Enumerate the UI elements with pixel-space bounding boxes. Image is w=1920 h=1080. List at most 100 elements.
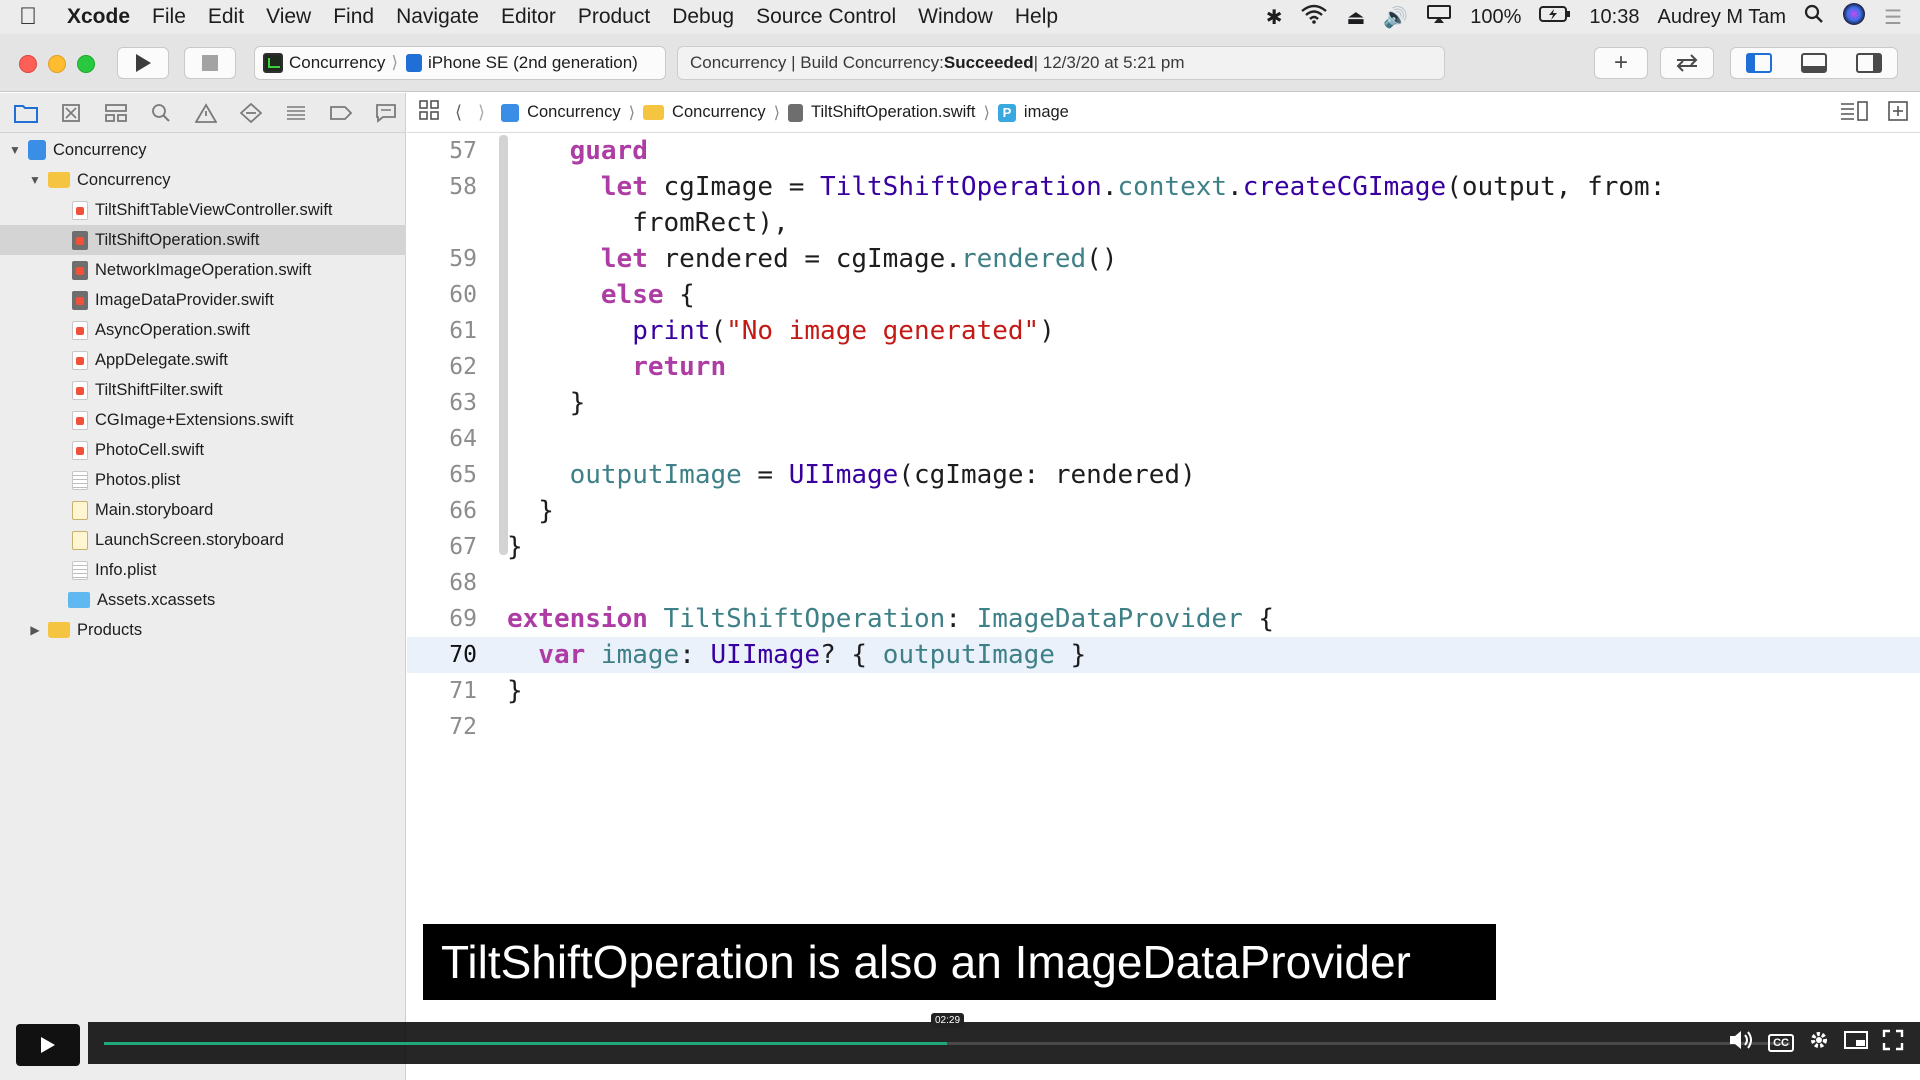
menu-find[interactable]: Find (322, 5, 385, 29)
tree-file-row[interactable]: Assets.xcassets (0, 585, 406, 615)
library-button[interactable]: + (1594, 47, 1648, 79)
tree-file-row[interactable]: Photos.plist (0, 465, 406, 495)
siri-icon[interactable] (1842, 2, 1866, 32)
code-line: 66 (407, 493, 1920, 529)
crumb-symbol[interactable]: P image (997, 103, 1069, 122)
swift-file-icon (72, 290, 88, 310)
bluetooth-icon[interactable]: ✱ (1266, 5, 1283, 30)
code-review-button[interactable] (1660, 47, 1714, 79)
related-items-grid-icon[interactable] (419, 100, 439, 125)
tree-file-row[interactable]: ImageDataProvider.swift (0, 285, 406, 315)
file-name: PhotoCell.swift (95, 440, 205, 459)
menu-view[interactable]: View (255, 5, 322, 29)
video-play-button[interactable] (16, 1024, 80, 1066)
play-icon (136, 54, 151, 72)
crumb-project[interactable]: Concurrency ⟩ (501, 103, 635, 123)
menu-app-name[interactable]: Xcode (56, 5, 141, 29)
tree-file-row[interactable]: AppDelegate.swift (0, 345, 406, 375)
symbol-navigator-icon[interactable] (100, 100, 131, 126)
tree-group-row[interactable]: ▼ Concurrency (0, 165, 406, 195)
tree-project-row[interactable]: ▼ Concurrency (0, 135, 406, 165)
add-editor-icon[interactable] (1888, 100, 1908, 126)
debug-navigator-icon[interactable] (280, 100, 311, 126)
toggle-debug-area-icon[interactable] (1800, 53, 1827, 73)
menu-window[interactable]: Window (907, 5, 1004, 29)
find-navigator-icon[interactable] (145, 100, 176, 126)
menu-product[interactable]: Product (567, 5, 661, 29)
run-button[interactable] (117, 47, 169, 79)
line-number: 72 (449, 714, 477, 740)
tree-file-row[interactable]: LaunchScreen.storyboard (0, 525, 406, 555)
line-number: 71 (449, 678, 477, 704)
spotlight-search-icon[interactable] (1804, 4, 1824, 30)
closed-captions-icon[interactable]: CC (1768, 1034, 1794, 1052)
code-line: 67 (407, 529, 1920, 565)
navigator-tabs (0, 93, 405, 133)
player-right-controls: CC (1728, 1022, 1904, 1064)
zoom-window-button[interactable] (77, 55, 95, 73)
menu-navigate[interactable]: Navigate (385, 5, 490, 29)
minimize-window-button[interactable] (48, 55, 66, 73)
toggle-navigator-icon[interactable] (1745, 53, 1772, 73)
eject-icon[interactable]: ⏏ (1346, 5, 1365, 30)
menu-file[interactable]: File (141, 5, 197, 29)
tree-file-row[interactable]: Main.storyboard (0, 495, 406, 525)
swap-arrows-icon (1676, 54, 1698, 72)
menu-user-name[interactable]: Audrey M Tam (1657, 6, 1786, 29)
activity-viewer[interactable]: Concurrency | Build Concurrency: Succeed… (677, 46, 1445, 80)
close-window-button[interactable] (19, 55, 37, 73)
storyboard-file-icon (72, 500, 88, 520)
stop-button[interactable] (184, 47, 236, 79)
line-number: 67 (449, 534, 477, 560)
project-name: Concurrency (53, 140, 147, 159)
test-navigator-icon[interactable] (235, 100, 266, 126)
fullscreen-icon[interactable] (1882, 1029, 1904, 1057)
swift-file-icon (72, 440, 88, 460)
tree-file-row[interactable]: TiltShiftTableViewController.swift (0, 195, 406, 225)
forward-chevron-icon[interactable]: ⟩ (478, 102, 485, 123)
scheme-selector[interactable]: Concurrency ⟩ iPhone SE (2nd generation) (254, 46, 666, 80)
apple-menu-icon[interactable]:  (0, 3, 56, 31)
menu-debug[interactable]: Debug (661, 5, 745, 29)
disclosure-open-icon[interactable]: ▼ (28, 173, 42, 187)
crumb-group[interactable]: Concurrency ⟩ (643, 103, 780, 123)
disclosure-open-icon[interactable]: ▼ (8, 143, 22, 157)
tree-file-row[interactable]: NetworkImageOperation.swift (0, 255, 406, 285)
wifi-icon[interactable] (1300, 4, 1328, 30)
toggle-inspector-icon[interactable] (1856, 53, 1883, 73)
tree-file-row[interactable]: TiltShiftFilter.swift (0, 375, 406, 405)
menu-source-control[interactable]: Source Control (745, 5, 907, 29)
settings-gear-icon[interactable] (1808, 1029, 1830, 1057)
airplay-icon[interactable] (1426, 4, 1452, 30)
tree-file-row[interactable]: CGImage+Extensions.swift (0, 405, 406, 435)
chevron-right-icon: ⟩ (773, 103, 781, 122)
folder-navigator-icon[interactable] (10, 100, 41, 126)
tree-file-row[interactable]: AsyncOperation.swift (0, 315, 406, 345)
volume-icon[interactable]: 🔊 (1383, 5, 1408, 30)
menu-editor[interactable]: Editor (490, 5, 567, 29)
menu-edit[interactable]: Edit (197, 5, 255, 29)
issue-navigator-icon[interactable] (190, 100, 221, 126)
back-chevron-icon[interactable]: ⟨ (455, 102, 462, 123)
menu-help[interactable]: Help (1004, 5, 1069, 29)
window-toolbar: Concurrency ⟩ iPhone SE (2nd generation)… (0, 34, 1920, 92)
notification-center-icon[interactable]: ☰ (1884, 5, 1902, 30)
disclosure-closed-icon[interactable]: ▶ (28, 623, 42, 637)
volume-icon[interactable] (1728, 1029, 1754, 1057)
battery-charging-icon[interactable] (1539, 5, 1571, 29)
tree-products-row[interactable]: ▶ Products (0, 615, 406, 645)
source-control-navigator-icon[interactable] (55, 100, 86, 126)
report-navigator-icon[interactable] (370, 100, 401, 126)
video-scrubber[interactable]: 02:29 CC (88, 1013, 1920, 1064)
chevron-right-icon: ⟩ (391, 53, 399, 72)
editor-options-icon[interactable] (1840, 100, 1868, 126)
tree-file-row-selected[interactable]: TiltShiftOperation.swift (0, 225, 406, 255)
picture-in-picture-icon[interactable] (1844, 1030, 1868, 1056)
build-status: Succeeded (943, 53, 1034, 72)
menu-clock[interactable]: 10:38 (1589, 6, 1639, 29)
tree-file-row[interactable]: Info.plist (0, 555, 406, 585)
tree-file-row[interactable]: PhotoCell.swift (0, 435, 406, 465)
line-number: 66 (449, 498, 477, 524)
crumb-file[interactable]: TiltShiftOperation.swift ⟩ (788, 103, 990, 123)
breakpoint-navigator-icon[interactable] (325, 100, 356, 126)
